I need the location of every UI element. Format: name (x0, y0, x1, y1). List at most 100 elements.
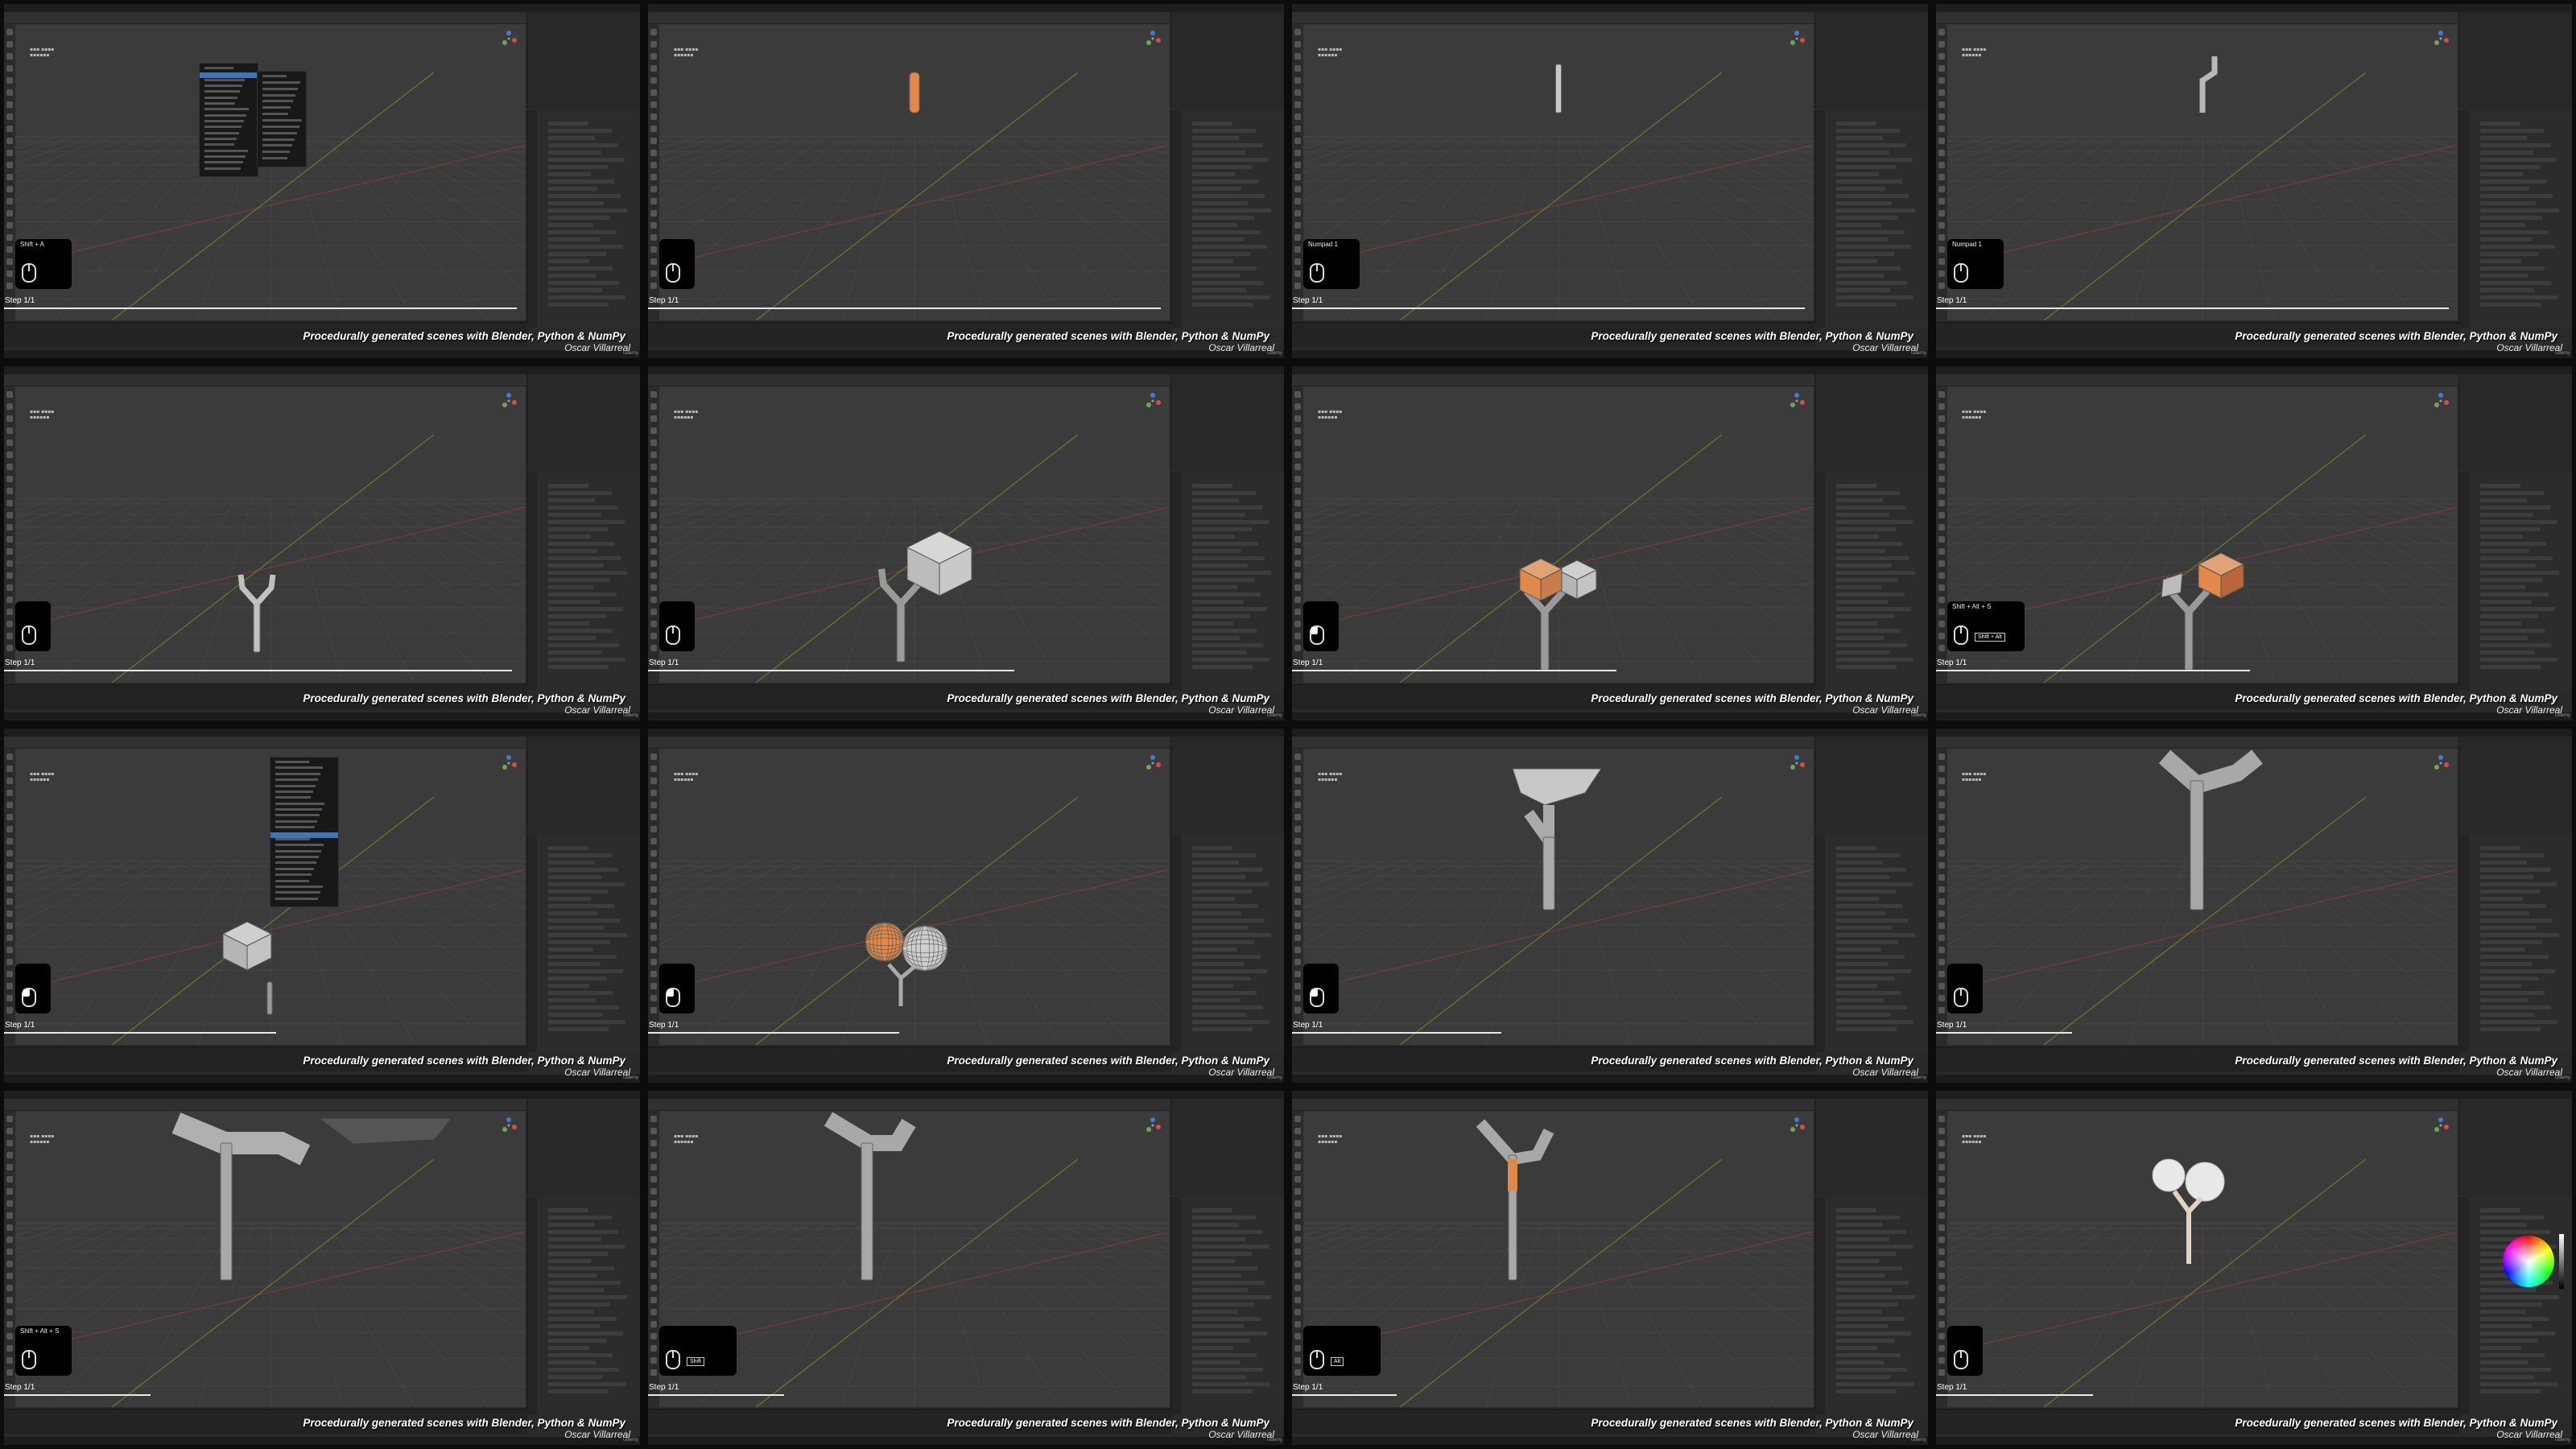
top-menu-bar[interactable] (1292, 4, 1928, 12)
property-field[interactable] (2480, 556, 2553, 560)
tool-icon[interactable] (1294, 1249, 1301, 1255)
property-field[interactable] (548, 542, 614, 546)
property-field[interactable] (1192, 1027, 1253, 1031)
property-field[interactable] (2480, 1230, 2550, 1234)
tool-icon[interactable] (6, 415, 13, 422)
property-field[interactable] (1836, 295, 1913, 299)
property-field[interactable] (2480, 1346, 2521, 1350)
3d-viewport[interactable]: ▪▪▪ ▪▪▪▪ ▪▪▪▪▪▪ (659, 386, 1170, 683)
property-field[interactable] (1192, 1208, 1232, 1212)
properties-tabs[interactable] (1171, 835, 1181, 1052)
tool-icon[interactable] (650, 440, 657, 446)
tool-icon[interactable] (6, 283, 13, 289)
property-field[interactable] (2480, 1382, 2557, 1386)
property-field[interactable] (1192, 230, 1261, 234)
tool-icon[interactable] (1938, 89, 1945, 96)
property-field[interactable] (1836, 940, 1898, 944)
tool-icon[interactable] (6, 1140, 13, 1146)
property-field[interactable] (2480, 549, 2529, 553)
tool-icon[interactable] (6, 500, 13, 506)
property-field[interactable] (1192, 180, 1258, 184)
property-field[interactable] (548, 1259, 591, 1263)
property-field[interactable] (1192, 556, 1265, 560)
navigation-gizmo-icon[interactable] (2430, 28, 2451, 49)
outliner-panel[interactable] (2458, 374, 2572, 471)
properties-panel[interactable] (1814, 110, 1928, 328)
tool-icon[interactable] (650, 391, 657, 398)
properties-panel[interactable] (1170, 835, 1284, 1052)
property-field[interactable] (548, 194, 621, 198)
tool-icon[interactable] (650, 138, 657, 144)
tool-icon[interactable] (6, 138, 13, 144)
tool-icon[interactable] (1938, 415, 1945, 422)
navigation-gizmo-icon[interactable] (1142, 28, 1163, 49)
property-field[interactable] (1836, 1324, 1888, 1328)
tool-icon[interactable] (1938, 584, 1945, 591)
property-field[interactable] (1836, 1382, 1913, 1386)
tool-shelf[interactable] (4, 1111, 15, 1407)
property-field[interactable] (548, 919, 621, 923)
property-field[interactable] (1836, 1020, 1913, 1024)
property-field[interactable] (2480, 636, 2528, 640)
tool-icon[interactable] (1938, 1007, 1945, 1013)
property-field[interactable] (1836, 303, 1897, 307)
menu-item[interactable] (275, 772, 320, 775)
property-field[interactable] (2480, 1353, 2545, 1357)
property-field[interactable] (2480, 245, 2555, 249)
properties-tabs[interactable] (1171, 110, 1181, 328)
navigation-gizmo-icon[interactable] (2430, 390, 2451, 411)
property-field[interactable] (2480, 607, 2555, 611)
property-field[interactable] (548, 520, 625, 524)
property-field[interactable] (1192, 643, 1263, 647)
property-field[interactable] (548, 875, 601, 879)
tool-icon[interactable] (1938, 101, 1945, 108)
navigation-gizmo-icon[interactable] (1142, 753, 1163, 774)
tool-icon[interactable] (1294, 572, 1301, 579)
tool-icon[interactable] (1294, 1152, 1301, 1158)
menu-item[interactable] (262, 151, 290, 154)
property-field[interactable] (1192, 1382, 1269, 1386)
property-field[interactable] (548, 230, 617, 234)
property-field[interactable] (2480, 585, 2525, 589)
property-field[interactable] (1192, 281, 1263, 285)
property-field[interactable] (1836, 1389, 1897, 1393)
menu-item[interactable] (275, 802, 324, 805)
property-field[interactable] (1836, 230, 1905, 234)
color-value-slider[interactable] (2559, 1234, 2564, 1289)
property-field[interactable] (1192, 976, 1250, 980)
property-field[interactable] (2480, 1013, 2534, 1017)
tool-icon[interactable] (6, 572, 13, 579)
tool-icon[interactable] (650, 1273, 657, 1279)
property-field[interactable] (1192, 897, 1235, 901)
property-field[interactable] (2480, 853, 2544, 857)
property-field[interactable] (548, 904, 614, 908)
property-field[interactable] (548, 484, 588, 488)
property-field[interactable] (1836, 658, 1913, 662)
property-field[interactable] (1192, 223, 1237, 227)
top-menu-bar[interactable] (1936, 1091, 2572, 1099)
property-field[interactable] (548, 187, 597, 191)
top-menu-bar[interactable] (648, 1091, 1284, 1099)
property-field[interactable] (1836, 998, 1884, 1002)
tool-icon[interactable] (1294, 53, 1301, 60)
tool-icon[interactable] (1294, 126, 1301, 132)
tool-icon[interactable] (1294, 1369, 1301, 1376)
property-field[interactable] (1836, 1274, 1885, 1278)
property-field[interactable] (1836, 643, 1907, 647)
tool-icon[interactable] (650, 753, 657, 760)
property-field[interactable] (1192, 636, 1240, 640)
tool-icon[interactable] (1938, 512, 1945, 518)
tool-icon[interactable] (1294, 512, 1301, 518)
tool-icon[interactable] (6, 1200, 13, 1207)
property-field[interactable] (548, 846, 588, 850)
3d-viewport[interactable]: ▪▪▪ ▪▪▪▪ ▪▪▪▪▪▪ (1947, 24, 2458, 320)
property-field[interactable] (548, 933, 627, 937)
property-field[interactable] (1192, 998, 1240, 1002)
property-field[interactable] (1192, 122, 1232, 126)
menu-item[interactable] (204, 108, 249, 111)
properties-tabs[interactable] (1815, 835, 1825, 1052)
property-field[interactable] (2480, 890, 2540, 894)
tool-icon[interactable] (1938, 1152, 1945, 1158)
property-field[interactable] (1836, 266, 1901, 270)
property-field[interactable] (1192, 904, 1258, 908)
